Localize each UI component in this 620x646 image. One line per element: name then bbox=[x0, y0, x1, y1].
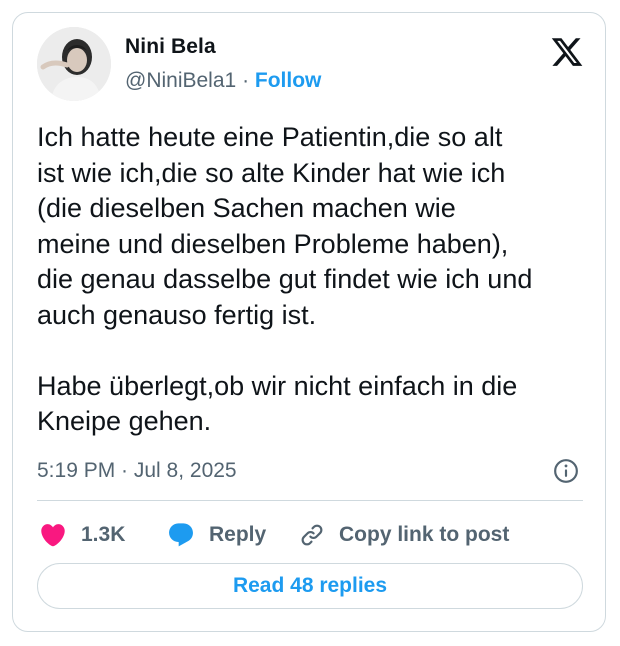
likes-count: 1.3K bbox=[81, 523, 126, 546]
copy-link-label: Copy link to post bbox=[339, 523, 510, 546]
info-icon[interactable] bbox=[553, 458, 579, 484]
divider bbox=[37, 500, 583, 501]
x-logo-icon[interactable] bbox=[550, 35, 584, 69]
link-icon bbox=[301, 524, 323, 546]
tweet-text: Ich hatte heute eine Patientin,die so al… bbox=[37, 122, 533, 436]
copy-link-button[interactable]: Copy link to post bbox=[299, 519, 509, 551]
tweet-timestamp[interactable]: 5:19 PM · Jul 8, 2025 bbox=[37, 459, 237, 483]
author-handle-row: @NiniBela1 · Follow bbox=[125, 69, 321, 93]
like-button[interactable]: 1.3K bbox=[39, 519, 125, 551]
read-replies-button[interactable]: Read 48 replies bbox=[37, 563, 583, 609]
separator-dot: · bbox=[242, 69, 250, 92]
follow-button[interactable]: Follow bbox=[255, 69, 322, 92]
reply-button[interactable]: Reply bbox=[167, 519, 266, 551]
author-handle[interactable]: @NiniBela1 bbox=[125, 69, 236, 92]
reply-bubble-icon bbox=[169, 523, 193, 547]
heart-icon bbox=[41, 524, 65, 547]
author-name[interactable]: Nini Bela bbox=[125, 35, 216, 59]
avatar[interactable] bbox=[37, 27, 111, 101]
avatar-image bbox=[37, 27, 111, 101]
reply-label: Reply bbox=[209, 523, 267, 546]
tweet-card: Nini Bela @NiniBela1 · Follow Ich hatte … bbox=[12, 12, 606, 632]
